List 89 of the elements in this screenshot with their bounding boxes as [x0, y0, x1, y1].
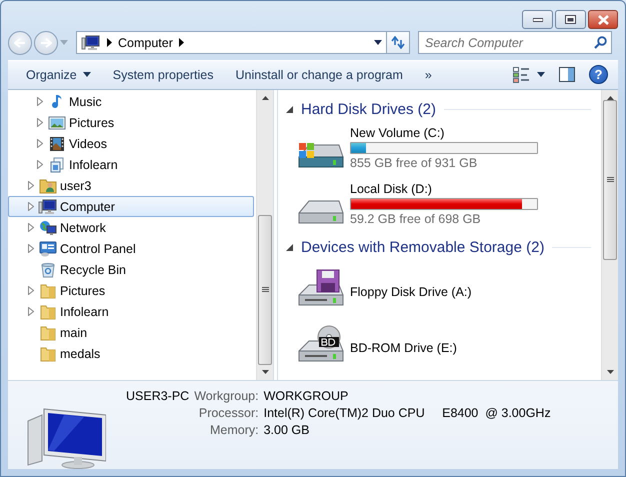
library-icon	[49, 156, 65, 172]
expand-arrow-icon[interactable]	[28, 244, 34, 253]
expand-arrow-icon[interactable]	[37, 118, 43, 127]
expand-arrow-icon[interactable]	[37, 139, 43, 148]
tree-item[interactable]: Videos	[8, 133, 254, 154]
tree-item[interactable]: Infolearn	[8, 301, 254, 322]
toolbar-button[interactable]: System properties	[102, 62, 224, 87]
collapse-arrow-icon[interactable]	[286, 106, 293, 112]
search-field[interactable]: Search Computer	[418, 31, 612, 54]
folder-icon	[40, 304, 56, 320]
address-bar[interactable]: Computer	[76, 31, 387, 54]
property-value: Intel(R) Core(TM)2 Duo CPU E8400 @ 3.00GHz	[264, 406, 551, 420]
back-button[interactable]	[8, 30, 32, 55]
free-space-text: 59.2 GB free of 698 GB	[350, 212, 482, 226]
globe-computer-icon	[39, 220, 57, 236]
maximize-icon	[565, 15, 576, 24]
search-icon	[594, 36, 607, 50]
chevron-icon[interactable]	[107, 38, 112, 48]
close-button[interactable]	[588, 10, 618, 29]
drive-name[interactable]: BD-ROM Drive (E:)	[350, 340, 457, 354]
user-folder-icon	[39, 178, 57, 194]
grip-icon	[606, 177, 614, 183]
toolbar-button[interactable]: Uninstall or change a program	[225, 62, 413, 87]
control-panel-icon	[39, 240, 57, 256]
caret-icon	[537, 72, 545, 78]
computer-icon	[38, 198, 58, 214]
maximize-button[interactable]	[555, 10, 586, 29]
more-commands-button[interactable]: »	[414, 62, 442, 87]
tree-item[interactable]: Recycle Bin	[8, 259, 254, 280]
caret-icon	[82, 72, 91, 78]
tree-item[interactable]: Infolearn	[8, 154, 254, 175]
refresh-arrows-icon	[391, 36, 405, 50]
scroll-up-arrow-icon[interactable]	[606, 96, 614, 100]
tree-item[interactable]: Network	[8, 217, 254, 238]
tree-item[interactable]: main	[8, 322, 254, 343]
scroll-up-arrow-icon[interactable]	[262, 96, 268, 100]
expand-arrow-icon[interactable]	[28, 286, 34, 295]
dropdown-caret-icon[interactable]	[374, 40, 382, 46]
recycle-bin-icon	[40, 262, 56, 278]
drive-name[interactable]: Floppy Disk Drive (A:)	[350, 284, 472, 298]
group-header[interactable]: Hard Disk Drives (2)	[301, 100, 436, 118]
tree-item[interactable]: medals	[8, 343, 254, 364]
folder-icon	[40, 282, 56, 298]
tree-item[interactable]: Music	[8, 91, 254, 112]
organize-menu[interactable]: Organize	[16, 62, 101, 87]
group-header[interactable]: Devices with Removable Storage (2)	[301, 238, 544, 256]
forward-button[interactable]	[34, 30, 58, 55]
collapse-arrow-icon[interactable]	[286, 244, 293, 250]
expand-arrow-icon[interactable]	[37, 97, 43, 106]
property-label: Workgroup:	[194, 389, 259, 403]
film-icon	[49, 136, 65, 152]
tree-item[interactable]: Control Panel	[8, 238, 254, 259]
computer-icon	[81, 34, 101, 51]
scrollbar-thumb[interactable]	[258, 215, 272, 365]
minimize-button[interactable]	[522, 10, 553, 29]
details-view-icon	[513, 66, 531, 83]
grip-icon	[262, 287, 268, 293]
preview-pane-icon	[559, 67, 575, 82]
scroll-down-arrow-icon[interactable]	[606, 370, 614, 374]
scroll-down-arrow-icon[interactable]	[262, 370, 268, 374]
tree-item[interactable]: user3	[8, 175, 254, 196]
scrollbar-thumb[interactable]	[603, 100, 617, 260]
expand-arrow-icon[interactable]	[37, 160, 43, 169]
minimize-icon	[532, 18, 542, 22]
folder-icon	[40, 324, 56, 340]
refresh-button[interactable]	[387, 31, 410, 54]
property-label: Processor:	[198, 406, 259, 420]
expand-arrow-icon[interactable]	[28, 307, 34, 316]
expand-arrow-icon[interactable]	[28, 181, 34, 190]
chevron-icon[interactable]	[178, 38, 184, 48]
drive-name[interactable]: Local Disk (D:)	[350, 182, 538, 196]
picture-icon	[48, 114, 66, 130]
breadcrumb-item[interactable]: Computer	[118, 36, 173, 50]
free-space-text: 855 GB free of 931 GB	[350, 156, 478, 170]
drive-name[interactable]: New Volume (C:)	[350, 126, 538, 140]
tree-item[interactable]: Pictures	[8, 112, 254, 133]
expand-arrow-icon[interactable]	[28, 202, 34, 211]
forward-arrow-icon	[40, 38, 52, 48]
property-value: 3.00 GB	[264, 423, 310, 437]
tree-item[interactable]: Computer	[8, 196, 254, 217]
back-arrow-icon	[14, 38, 26, 48]
property-value: WORKGROUP	[264, 389, 350, 403]
close-icon	[598, 14, 608, 24]
folder-icon	[40, 346, 56, 362]
computer-name: USER3-PC	[126, 389, 190, 403]
tree-item[interactable]: Pictures	[8, 280, 254, 301]
expand-arrow-icon[interactable]	[28, 223, 34, 232]
property-label: Memory:	[208, 423, 259, 437]
help-button[interactable]: ?	[589, 65, 608, 84]
